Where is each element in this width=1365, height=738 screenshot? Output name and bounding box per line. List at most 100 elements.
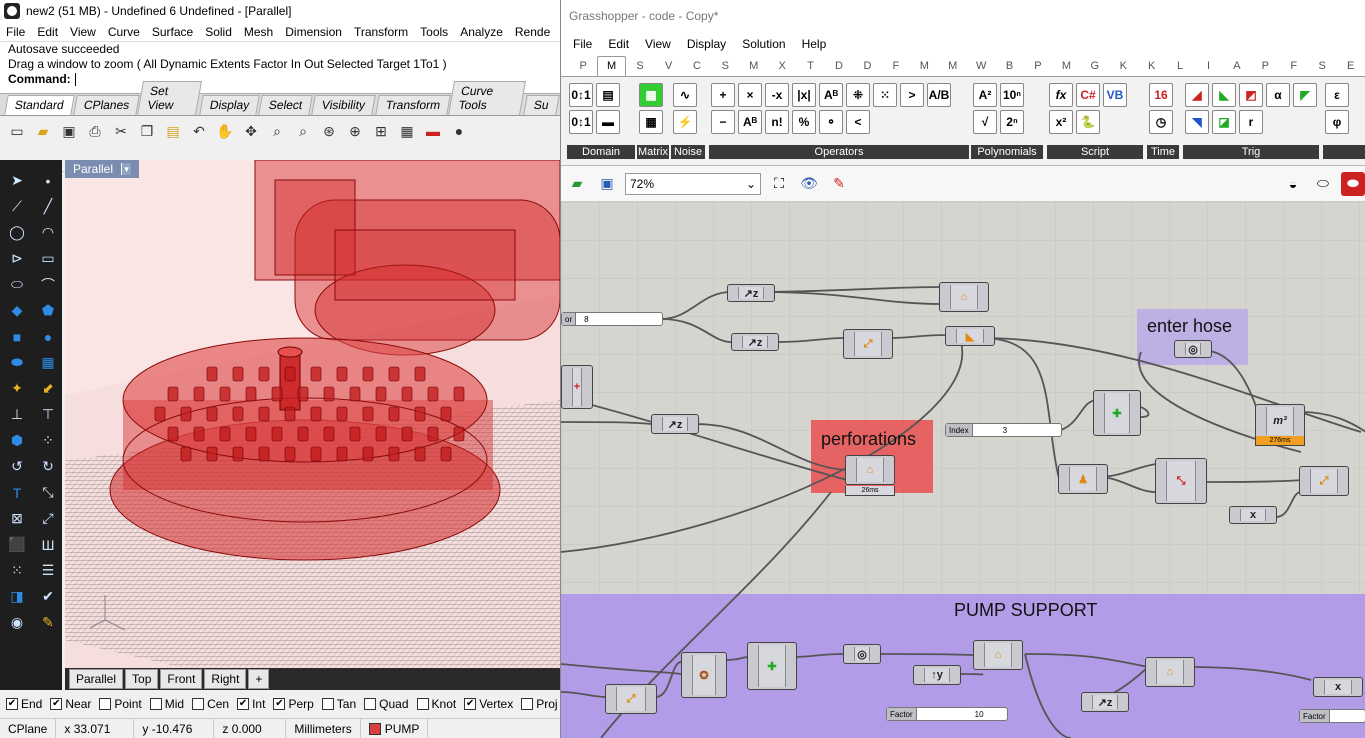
checkbox-checked-icon[interactable]: ✔ — [50, 698, 63, 710]
gh-tab-4[interactable]: C — [683, 60, 711, 72]
cycle-icon[interactable]: ⚬ — [819, 110, 843, 134]
curve-component[interactable]: ⤡ — [1155, 458, 1207, 504]
multiplication-icon[interactable]: × — [738, 83, 762, 107]
tab-cplanes[interactable]: CPlanes — [72, 95, 140, 115]
checkbox-icon[interactable] — [99, 698, 112, 710]
percent-icon[interactable]: % — [792, 110, 816, 134]
random-icon[interactable]: ⁜ — [846, 83, 870, 107]
checkbox-icon[interactable] — [521, 698, 534, 710]
factorial-icon[interactable]: n! — [765, 110, 789, 134]
gh-tab-16[interactable]: P — [1024, 60, 1052, 72]
epsilon-icon[interactable]: ε — [1325, 83, 1349, 107]
menu-view[interactable]: View — [64, 25, 102, 39]
gh-menu-solution[interactable]: Solution — [734, 37, 793, 51]
split-icon[interactable]: ⊥ — [3, 402, 31, 427]
array-icon[interactable]: ⤢ — [34, 506, 62, 531]
curve-tools-icon[interactable]: ↺ — [3, 454, 31, 479]
circle-icon[interactable]: ◯ — [3, 220, 31, 245]
menu-solid[interactable]: Solid — [199, 25, 238, 39]
gh-tab-27[interactable]: E — [1336, 60, 1364, 72]
checkbox-checked-icon[interactable]: ✔ — [237, 698, 250, 710]
gh-tab-21[interactable]: L — [1166, 60, 1194, 72]
factor-slider[interactable]: Factor 10 — [886, 707, 1008, 721]
tab-set-view[interactable]: Set View — [137, 81, 202, 115]
boolean-component-3[interactable]: ⌂ — [1145, 657, 1195, 687]
group-label-perforations[interactable]: perforations — [821, 429, 916, 450]
move-component-3[interactable]: ⤢ — [605, 684, 657, 714]
unit-x-component-2[interactable]: x — [1313, 677, 1363, 697]
move-z-component-2[interactable]: ↗z — [731, 333, 779, 351]
grid-icon[interactable]: ▦ — [396, 120, 418, 142]
bounds-icon[interactable]: ▤ — [596, 83, 620, 107]
gh-tab-24[interactable]: P — [1251, 60, 1279, 72]
phi-icon[interactable]: φ — [1325, 110, 1349, 134]
cplane-label[interactable]: CPlane — [0, 719, 57, 738]
osnap-proj[interactable]: Proj — [521, 697, 558, 711]
boolean-component-2[interactable]: ⌂ — [973, 640, 1023, 670]
polyline-icon[interactable]: ⟋ — [3, 194, 31, 219]
checkbox-icon[interactable] — [364, 698, 377, 710]
curve-icon[interactable]: ⊳ — [3, 246, 31, 271]
cut-icon[interactable]: ✂ — [110, 120, 132, 142]
gh-tab-23[interactable]: A — [1223, 60, 1251, 72]
hose-param-component-2[interactable]: ◎ — [843, 644, 881, 664]
expression-icon[interactable]: fx — [1049, 83, 1073, 107]
index-slider[interactable]: Index 3 — [945, 423, 1062, 437]
list-component[interactable]: ✚ — [747, 642, 797, 690]
sphere-solid-icon[interactable]: ● — [34, 324, 62, 349]
absolute-icon[interactable]: |x| — [792, 83, 816, 107]
checkbox-icon[interactable] — [416, 698, 429, 710]
move-component[interactable]: ⤢ — [843, 329, 893, 359]
zoom-select[interactable]: 72% ⌄ — [625, 172, 761, 195]
osnap-mid[interactable]: Mid — [149, 697, 184, 711]
point-icon[interactable]: • — [34, 168, 62, 193]
box-icon[interactable]: ■ — [3, 324, 31, 349]
menu-render[interactable]: Rende — [509, 25, 556, 39]
relative-icon[interactable]: ⁙ — [873, 83, 897, 107]
gh-tab-18[interactable]: G — [1081, 60, 1109, 72]
alpha-icon[interactable]: α — [1266, 83, 1290, 107]
osnap-point[interactable]: Point — [99, 697, 142, 711]
tab-select[interactable]: Select — [258, 95, 314, 115]
deconstruct-component[interactable]: ♟ — [1058, 464, 1108, 494]
gh-tab-12[interactable]: M — [910, 60, 938, 72]
add-viewport-icon[interactable]: + — [248, 669, 270, 689]
sphere-icon[interactable]: ● — [448, 120, 470, 142]
arc-icon[interactable]: ◠ — [34, 220, 62, 245]
cosine-icon[interactable]: ◤ — [1293, 83, 1317, 107]
open-icon[interactable]: ▰ — [565, 172, 589, 196]
triangle-icon[interactable]: ◢ — [1185, 83, 1209, 107]
viewport-tab-parallel[interactable]: Parallel — [69, 669, 124, 689]
perforation-boolean-component[interactable]: ⌂ — [845, 455, 895, 485]
larger-icon[interactable]: < — [846, 110, 870, 134]
ellipse-icon[interactable]: ⬭ — [3, 272, 31, 297]
evaluate-icon[interactable]: x² — [1049, 110, 1073, 134]
angle-icon[interactable]: ◪ — [1212, 110, 1236, 134]
gh-tab-0[interactable]: P — [569, 60, 597, 72]
osnap-tan[interactable]: Tan — [321, 697, 356, 711]
input-component[interactable]: + — [561, 365, 593, 409]
greater-icon[interactable]: > — [900, 83, 924, 107]
unit-x-component[interactable]: x — [1229, 506, 1277, 524]
hose-param-component[interactable]: ◎ — [1174, 340, 1212, 358]
number-slider[interactable]: or 8 — [561, 312, 663, 326]
gh-tab-7[interactable]: X — [768, 60, 796, 72]
group-icon[interactable]: ⊠ — [3, 506, 31, 531]
viewport-tab-top[interactable]: Top — [125, 669, 159, 689]
checkbox-checked-icon[interactable]: ✔ — [464, 698, 477, 710]
arrow-icon[interactable]: ⬋ — [34, 376, 62, 401]
gh-tab-20[interactable]: K — [1137, 60, 1165, 72]
layer-icon[interactable]: ☰ — [34, 558, 62, 583]
render-icon[interactable]: ◨ — [3, 584, 31, 609]
viewport-dropdown-icon[interactable]: ▼ — [121, 163, 132, 175]
wireframe-icon[interactable]: ⬭ — [1311, 172, 1335, 196]
tab-curve-tools[interactable]: Curve Tools — [447, 81, 527, 115]
gh-menu-view[interactable]: View — [637, 37, 679, 51]
surface-icon[interactable]: ◆ — [3, 298, 31, 323]
block-icon[interactable]: ⬛ — [3, 532, 31, 557]
explode-icon[interactable]: ⁘ — [34, 428, 62, 453]
division-icon[interactable]: A/B — [927, 83, 951, 107]
pan-hand-icon[interactable]: ✋ — [214, 120, 236, 142]
rebuild-icon[interactable]: ↻ — [34, 454, 62, 479]
osnap-perp[interactable]: ✔ Perp — [273, 697, 314, 711]
